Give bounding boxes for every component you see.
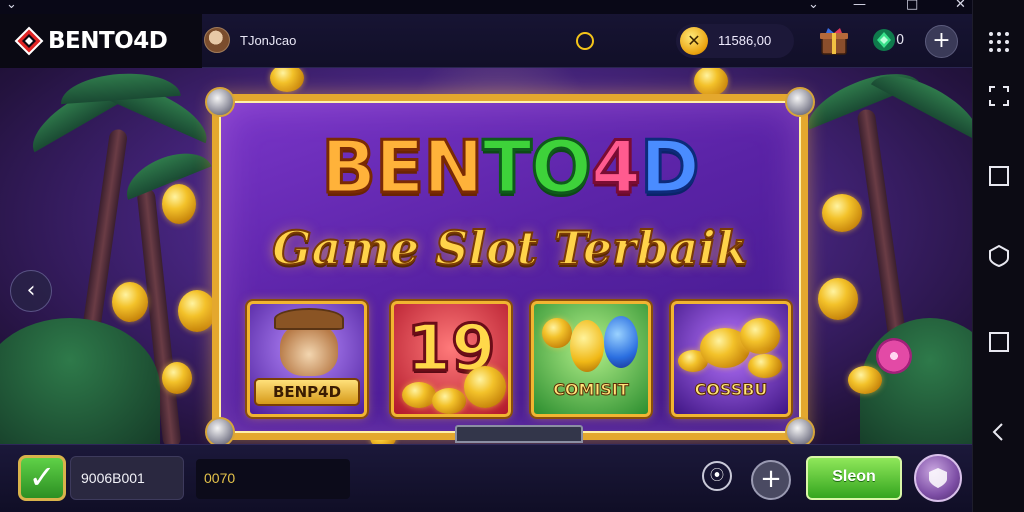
gold-coin [112,282,148,322]
gold-coin [542,318,572,348]
gift-icon[interactable] [818,26,850,56]
square-icon[interactable] [987,330,1011,354]
gold-gem-icon [570,320,604,372]
spin-button[interactable]: Sleon [806,456,902,500]
gold-coin [694,68,728,96]
shield-icon[interactable] [987,244,1011,268]
game-tile-cat[interactable]: BENP4D [247,301,367,417]
jungle-bush [0,318,160,444]
gold-coin [748,354,782,378]
minimize-line-icon[interactable]: — [853,0,866,12]
gold-coin [464,366,506,408]
maximize-icon[interactable]: □ [906,0,918,12]
banner-title: BENTO4D [219,125,801,209]
rivet [205,417,235,444]
title-part: 4 [589,125,642,209]
gold-coin [740,318,780,354]
gold-coin [822,194,862,232]
screenshot-icon[interactable] [987,84,1011,108]
close-icon[interactable]: ✕ [955,0,966,12]
bento-logo-icon [14,26,44,56]
title-part: D [639,125,702,209]
logo-text: BENTO4D [48,28,168,54]
gold-coin [848,366,882,394]
game-tile-19[interactable]: 19 [391,301,511,417]
tile-caption: BENP4D [254,378,360,406]
gold-coin [162,184,196,224]
gold-coin [818,278,858,320]
username: TJonJcao [240,33,297,48]
avatar[interactable] [204,27,230,53]
title-part: TO [481,125,593,209]
tile-caption: COSSBU [694,380,768,400]
grid-icon[interactable] [987,30,1011,54]
title-part: BEN [320,125,485,209]
info-icon[interactable]: ⦿ [702,461,732,491]
bell-icon[interactable] [576,32,594,50]
coin-balance: 11586,00 [718,33,772,48]
window-strip: ⌄ ⌄ — □ ✕ ✕ [0,0,1024,14]
gem-count: 0 [896,33,905,48]
rivet [205,87,235,117]
gold-coin [162,362,192,394]
shield-icon [929,468,947,488]
gold-coin [178,290,216,332]
increase-bet-button[interactable]: + [751,460,791,500]
gold-coin [432,388,466,414]
square-icon[interactable] [987,164,1011,188]
gold-coin [402,382,436,408]
rivet [785,87,815,117]
confirm-button[interactable]: ✓ [18,455,66,501]
cat-character [280,322,338,376]
dropdown-icon[interactable]: ⌄ [6,0,17,12]
bet-value: 0070 [204,470,236,486]
add-funds-button[interactable]: + [925,25,958,58]
header-bar: BENTO4D TJonJcao ✕ 11586,00 0 + [0,14,972,68]
gem-icon[interactable] [872,28,896,52]
coin-balance-badge[interactable]: ✕ 11586,00 [676,24,794,58]
gold-coin [270,68,304,92]
cowboy-hat [274,308,344,330]
rivet [785,417,815,444]
back-icon[interactable] [987,420,1011,444]
coin-icon: ✕ [680,27,708,55]
bottom-control-bar: ✓ 9006B001 0070 ⦿ + Sleon [0,444,972,512]
profile-shield-button[interactable] [914,454,962,502]
game-banner-scene: ‹ BENTO4D Game Slot Terbaik BENP4D 19 CO… [0,68,972,444]
banner-panel[interactable]: BENTO4D Game Slot Terbaik BENP4D 19 COMI… [205,87,815,444]
minimize-icon[interactable]: ⌄ [808,0,819,12]
tile-caption: COMISIT [553,380,630,400]
game-tile-gems[interactable]: COMISIT [531,301,651,417]
game-tile-treasure[interactable]: COSSBU [671,301,791,417]
side-toolbar [972,0,1024,512]
slide-indicator[interactable] [455,425,583,443]
blue-gem-icon [604,316,638,368]
pink-flower [876,338,912,374]
balance-field[interactable]: 9006B001 [70,456,184,500]
logo[interactable]: BENTO4D [0,14,202,68]
banner-subtitle: Game Slot Terbaik [271,220,748,276]
palm-leaf [870,68,972,141]
bet-field[interactable]: 0070 [196,459,350,499]
balance-value: 9006B001 [81,470,145,486]
prev-slide-button[interactable]: ‹ [10,270,52,312]
